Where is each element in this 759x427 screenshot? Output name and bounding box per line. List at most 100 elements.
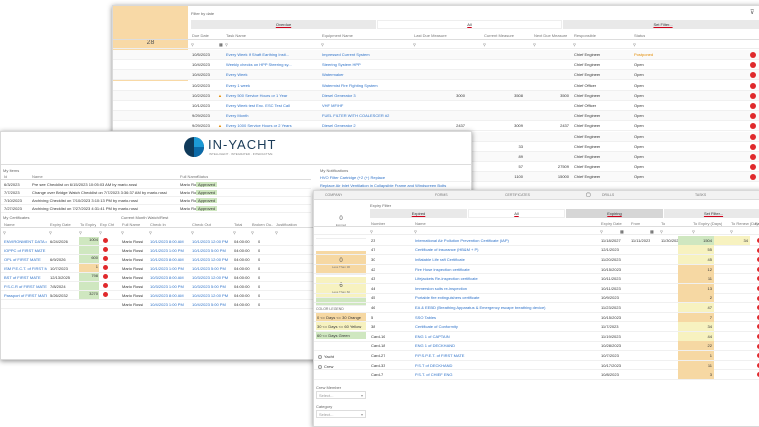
search-icon[interactable]: ⚲ [414,229,417,234]
search-icon[interactable]: ⚲ [121,230,124,235]
table-row[interactable]: 5 SSO Tables 10/15/2023 7 [314,312,759,323]
table-row[interactable]: 10/1/2023 Every Week test Enc. ESC Test C… [113,101,759,111]
column-header[interactable]: Name [414,221,426,226]
column-header[interactable]: Last Due Measure [413,33,447,38]
task-name[interactable]: Every Month [225,113,315,118]
history-row[interactable]: 7/10/2023 Archiving Checklist on 7/10/202… [1,197,311,205]
equipment-name[interactable]: Watermist Fire Fighting System [321,83,411,88]
search-icon[interactable]: ⚲ [275,230,278,235]
table-row[interactable]: 44 Immersion suits re-inspection 10/11/202… [314,283,759,294]
cert-name[interactable]: Lifejackets Re-inspection certificate [414,276,596,281]
cert-name[interactable]: P.S.T of DECKHAND [414,363,596,368]
cert-name[interactable]: Portable fire extinguishers certificate [414,295,596,300]
cert-name[interactable]: P.S.T. of CHIEF ENG [414,372,596,377]
equipment-name[interactable]: Diesel Generator 3 [321,93,411,98]
watch-check-out[interactable]: 10/1/2023 12:00 PM [191,239,228,244]
column-header[interactable]: Id [3,174,7,179]
task-name[interactable]: Weekly checks on HPP Steering sy... [225,62,315,67]
column-header[interactable]: Full Name [121,222,140,227]
search-icon[interactable]: ⚲ [692,229,695,234]
column-header[interactable]: Name [31,174,43,179]
table-row[interactable]: Card-16 ENG 1 of CAPTAIN 11/19/2023 44 [314,331,759,342]
cert-name[interactable]: SSO Tables [414,315,596,320]
table-row[interactable]: 23 International Air Pollution Prevention… [314,235,759,246]
cert-name[interactable]: Certificate of Conformity [414,324,596,329]
tab-set-filter[interactable]: Set Filter... [664,209,759,218]
history-row[interactable]: 7/7/2023 Change over Bridge Watch Checkli… [1,189,311,197]
watch-check-out[interactable]: 10/3/2023 12:00 PM [191,275,228,280]
watch-check-in[interactable]: 10/3/2023 1:00 PM [149,284,184,289]
column-header[interactable]: Exp PDF [754,221,759,226]
search-icon[interactable]: ⚲ [225,42,228,47]
nav-item[interactable]: DRILLS [601,193,614,197]
calendar-icon[interactable]: ▦ [219,42,223,47]
tab-set-filter[interactable]: Set Filter... [563,20,759,29]
column-header[interactable]: Responsible [573,33,596,38]
task-name[interactable]: Every Week [225,72,315,77]
category-select[interactable]: Select... ▾ [316,410,366,418]
tab-all[interactable]: All [377,20,562,29]
column-header[interactable]: From [630,221,640,226]
cert-name[interactable]: ENG 1 of CAPTAIN [414,334,596,339]
table-row[interactable]: 10/4/2023 Weekly checks on HPP Steering s… [113,60,759,71]
column-header[interactable]: Justification [275,222,297,227]
search-icon[interactable]: ⚲ [149,230,152,235]
watch-check-in[interactable]: 10/1/2023 8:00 AM [149,239,184,244]
table-row[interactable]: 43 Lifejackets Re-inspection certificate 1… [314,274,759,284]
watch-check-out[interactable]: 10/1/2023 5:00 PM [191,248,226,253]
table-row[interactable]: Card-27 P.P.S.P.E.T. of FIRST MATE 10/7/20… [314,350,759,361]
nav-item[interactable]: FORMS [434,193,448,197]
table-row[interactable]: 47 Certificate of insurance (HB&M + P) 12/… [314,245,759,256]
watch-check-in[interactable]: 10/1/2023 1:00 PM [149,248,184,253]
search-icon[interactable]: ⚲ [483,42,486,47]
table-row[interactable]: 30 Inflatable Life raft Certificate 11/20/… [314,254,759,265]
search-icon[interactable]: ⚲ [251,230,254,235]
table-row[interactable]: 42 Fire Hose inspection certificate 10/15/… [314,264,759,275]
watch-check-out[interactable]: 10/1/2023 5:00 PM [191,266,226,271]
table-row[interactable]: Card-33 P.S.T of DECKHAND 10/17/2023 11 [314,360,759,371]
watch-check-in[interactable]: 10/4/2023 8:00 AM [149,293,184,298]
tab-expired[interactable]: Expired [370,209,467,218]
calendar-icon[interactable]: ▦ [650,229,654,234]
search-icon[interactable]: ⚲ [730,229,733,234]
nav-item[interactable]: CERTIFICATES [504,193,530,197]
table-row[interactable]: 9/29/2023 Every Month FUEL FILTER WITH COA… [113,111,759,122]
column-header[interactable]: Due Date [191,33,209,38]
equipment-name[interactable]: FUEL FILTER WITH COALESCER #2 [321,113,411,118]
tab-expiring[interactable]: Expiring [566,209,663,218]
watch-check-out[interactable]: 10/4/2023 12:00 PM [191,293,228,298]
equipment-name[interactable]: Impressed Current System [321,52,411,57]
column-header[interactable]: Number [370,221,385,226]
search-icon[interactable]: ⚲ [233,230,236,235]
column-header[interactable]: Status [196,174,208,179]
tab-overdue[interactable]: Overdue [191,20,376,29]
nav-item[interactable]: COMPANY [324,193,342,197]
table-row[interactable]: 10/4/2023 Every Week Watermaker Chief Engin… [113,70,759,81]
notification-item[interactable]: HVO Filter Cartridge (+2 (+) Replace [320,174,470,182]
search-icon[interactable]: ⚲ [413,42,416,47]
search-icon[interactable]: ⚲ [191,230,194,235]
column-header[interactable]: Status [633,33,645,38]
crew-member-select[interactable]: Select... ▾ [316,391,366,399]
equipment-name[interactable]: Steering System HPP [321,62,411,67]
column-header[interactable]: Next Due Measure [533,33,567,38]
nav-item[interactable]: TASKS [694,193,706,197]
equipment-name[interactable]: VHF MF/HF [321,103,411,108]
watch-check-out[interactable]: 10/3/2023 5:00 PM [191,284,226,289]
column-header[interactable]: Expiry Date [600,221,622,226]
column-header[interactable]: Current Measure [483,33,514,38]
cert-name[interactable]: International Air Pollution Prevention C… [414,238,596,243]
table-row[interactable]: 10/2/2023 ▲ Every 500 Service Hours or 1 Y… [113,90,759,101]
cert-name[interactable]: Fire Hose inspection certificate [414,267,596,272]
cert-name[interactable]: Inflatable Life raft Certificate [414,257,596,262]
history-row[interactable]: 6/3/2023 Pre see Checklist on 6/15/2023 1… [1,181,311,189]
search-icon[interactable]: ⚲ [573,42,576,47]
column-header[interactable]: To [660,221,665,226]
search-icon[interactable]: ⚲ [321,42,324,47]
task-name[interactable]: Every Week If Shaft Earthing Insti... [225,52,315,57]
cert-name[interactable]: EA & EEBD (Breathing Apparatus & Emergen… [414,305,596,310]
table-row[interactable]: 45 Portable fire extinguishers certificat… [314,293,759,304]
search-icon[interactable]: ⚲ [633,42,636,47]
search-icon[interactable]: ⚲ [660,229,663,234]
column-header[interactable]: Broken Ou.. [251,222,273,227]
